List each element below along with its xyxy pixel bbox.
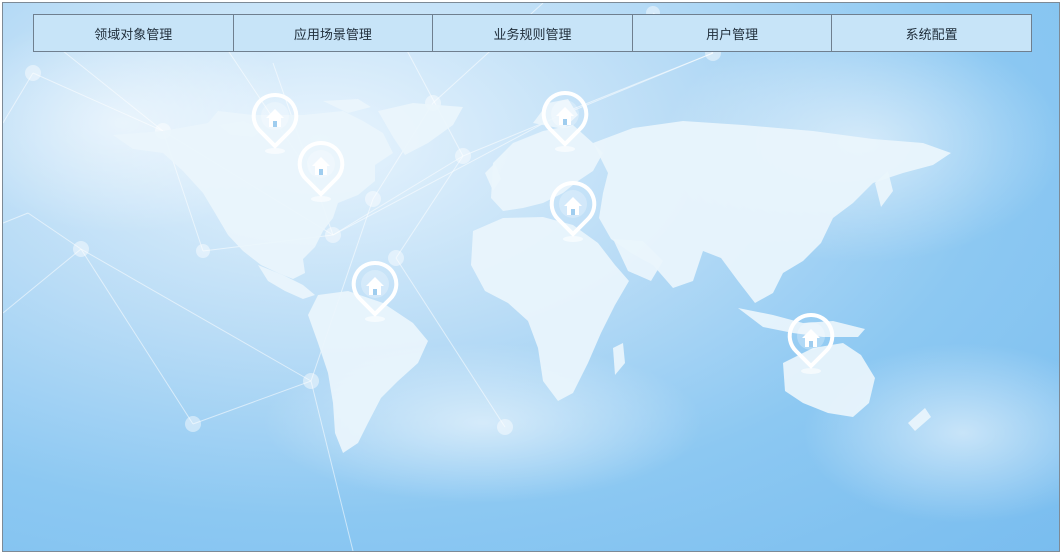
nav-item-user-management[interactable]: 用户管理	[633, 15, 833, 51]
nav-item-application-scenario-management[interactable]: 应用场景管理	[234, 15, 434, 51]
world-map-background	[3, 3, 1059, 551]
nav-item-business-rule-management[interactable]: 业务规则管理	[433, 15, 633, 51]
nav-item-system-configuration[interactable]: 系统配置	[832, 15, 1031, 51]
main-window: 领域对象管理 应用场景管理 业务规则管理 用户管理 系统配置	[2, 2, 1060, 552]
nav-item-domain-object-management[interactable]: 领域对象管理	[34, 15, 234, 51]
top-nav-bar: 领域对象管理 应用场景管理 业务规则管理 用户管理 系统配置	[33, 14, 1032, 52]
